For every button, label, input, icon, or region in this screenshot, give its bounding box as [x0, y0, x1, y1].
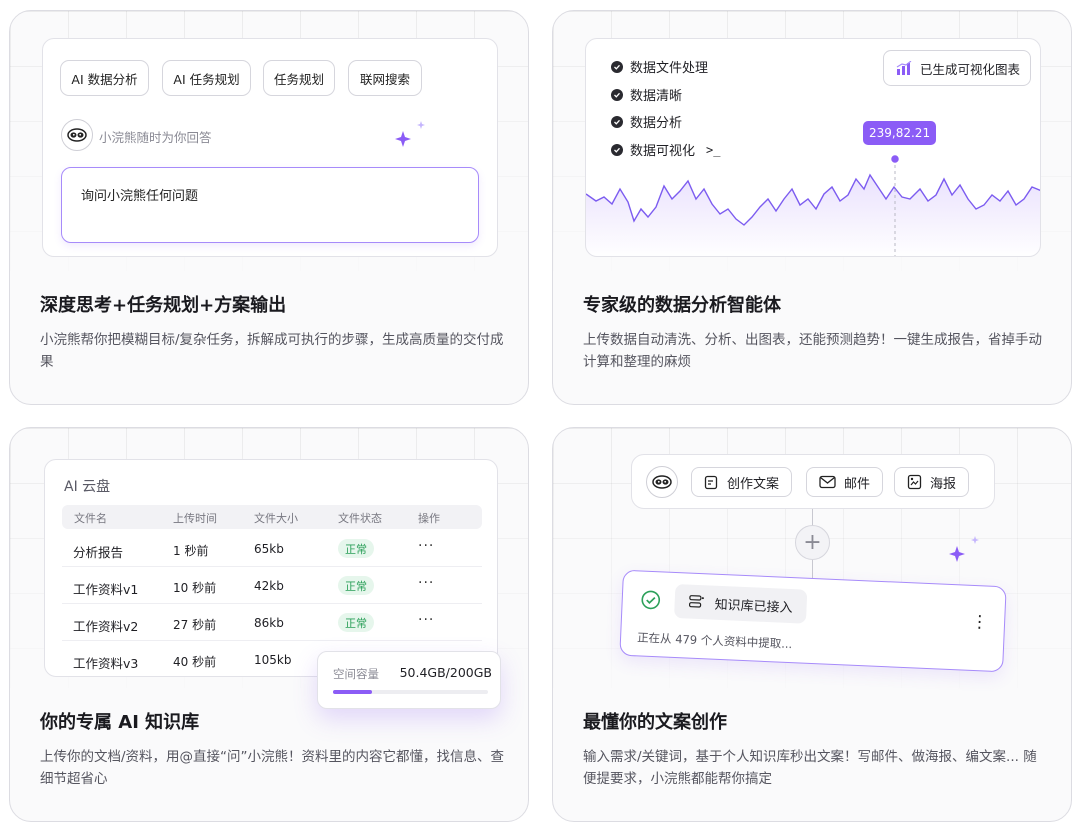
- kb-label: 知识库已接入: [714, 597, 793, 616]
- status-badge: 正常: [338, 539, 374, 558]
- tool-email[interactable]: 邮件: [806, 467, 884, 497]
- kebab-menu-icon[interactable]: ⋮: [971, 612, 989, 633]
- file-name: 工作资料v3: [73, 656, 139, 671]
- storage-progress-bar: [333, 690, 488, 694]
- tool-poster[interactable]: 海报: [894, 467, 970, 497]
- plus-icon: +: [803, 530, 822, 555]
- file-size: 42kb: [254, 579, 284, 593]
- tool-label: 邮件: [844, 476, 871, 492]
- panel-title: AI 云盘: [64, 479, 111, 495]
- mail-icon: [819, 475, 836, 489]
- table-row[interactable]: 分析报告 1 秒前 65kb 正常 ···: [62, 530, 482, 567]
- kb-progress-text: 正在从 479 个人资料中提取...: [636, 630, 793, 652]
- table-row[interactable]: 工作资料v1 10 秒前 42kb 正常 ···: [62, 567, 482, 604]
- upload-time: 40 秒前: [173, 655, 217, 669]
- card-knowledge-base: AI 云盘 文件名 上传时间 文件大小 文件状态 操作 分析报告 1 秒前 65…: [9, 427, 529, 822]
- more-actions-icon[interactable]: ···: [418, 575, 434, 591]
- chip-ai-task-planning[interactable]: AI 任务规划: [162, 60, 251, 96]
- tool-label: 海报: [930, 476, 957, 492]
- column-header: 文件状态: [338, 512, 382, 525]
- file-size: 86kb: [254, 616, 284, 630]
- upload-time: 1 秒前: [173, 544, 209, 558]
- card-data-analysis: 数据文件处理 数据清晰 数据分析 数据可视化 >_ 已生成可视化图表 239,8…: [552, 10, 1072, 405]
- column-header: 文件大小: [254, 512, 298, 525]
- add-button[interactable]: +: [795, 525, 830, 560]
- card-description: 小浣熊帮你把模糊目标/复杂任务，拆解成可执行的步骤，生成高质量的交付成果: [40, 332, 504, 370]
- kb-status-chip: 知识库已接入: [674, 583, 808, 624]
- storage-label: 空间容量: [333, 667, 379, 681]
- edit-doc-icon: [704, 475, 718, 489]
- column-header: 操作: [418, 512, 440, 525]
- raccoon-avatar-icon: [646, 466, 678, 498]
- sparkle-icon: [395, 121, 425, 147]
- assistant-hint: 小浣熊随时为你回答: [99, 130, 212, 145]
- table-row[interactable]: 工作资料v2 27 秒前 86kb 正常 ···: [62, 604, 482, 641]
- poster-icon: [907, 474, 922, 490]
- chip-task-planning[interactable]: 任务规划: [263, 60, 335, 96]
- upload-time: 27 秒前: [173, 618, 217, 632]
- file-size: 65kb: [254, 542, 284, 556]
- upload-time: 10 秒前: [173, 581, 217, 595]
- file-name: 工作资料v1: [73, 582, 139, 597]
- card-description: 上传你的文档/资料，用@直接“问”小浣熊！资料里的内容它都懂，找信息、查细节超省…: [40, 749, 505, 787]
- storage-capacity-card: 空间容量 50.4GB/200GB: [317, 651, 501, 709]
- file-size: 105kb: [254, 653, 292, 667]
- more-actions-icon[interactable]: ···: [418, 612, 434, 628]
- column-header: 上传时间: [173, 512, 217, 525]
- column-header: 文件名: [74, 512, 107, 525]
- ask-input[interactable]: 询问小浣熊任何问题: [61, 167, 479, 243]
- card-description: 输入需求/关键词，基于个人知识库秒出文案！写邮件、做海报、编文案... 随便提要…: [583, 749, 1037, 787]
- chip-web-search[interactable]: 联网搜索: [348, 60, 422, 96]
- table-header: 文件名 上传时间 文件大小 文件状态 操作: [62, 505, 482, 529]
- status-badge: 正常: [338, 576, 374, 595]
- ask-input-placeholder: 询问小浣熊任何问题: [81, 189, 199, 204]
- analysis-panel: 数据文件处理 数据清晰 数据分析 数据可视化 >_ 已生成可视化图表 239,8…: [585, 38, 1041, 257]
- knowledge-base-card[interactable]: 知识库已接入 正在从 479 个人资料中提取... ⋮: [619, 569, 1007, 673]
- card-title: 专家级的数据分析智能体: [583, 295, 781, 316]
- file-name: 分析报告: [73, 545, 124, 560]
- sparkle-icon: [949, 536, 979, 562]
- more-actions-icon[interactable]: ···: [418, 538, 434, 554]
- success-check-icon: [641, 590, 661, 610]
- status-badge: 正常: [338, 613, 374, 632]
- chat-panel: AI 数据分析 AI 任务规划 任务规划 联网搜索 小浣熊随时为你回答 询问小浣…: [42, 38, 498, 257]
- card-description: 上传数据自动清洗、分析、出图表，还能预测趋势！一键生成报告，省掉手动计算和整理的…: [583, 332, 1042, 370]
- raccoon-avatar-icon: [61, 119, 93, 151]
- chip-ai-data-analysis[interactable]: AI 数据分析: [60, 60, 149, 96]
- card-copywriting: 创作文案 邮件 海报 + 知识库已接入 正在从 479 个人资料中提取... ⋮…: [552, 427, 1072, 822]
- value-tooltip: 239,82.21: [863, 121, 937, 145]
- card-deep-thinking: AI 数据分析 AI 任务规划 任务规划 联网搜索 小浣熊随时为你回答 询问小浣…: [9, 10, 529, 405]
- database-icon: [688, 595, 704, 608]
- storage-value: 50.4GB/200GB: [399, 665, 492, 680]
- trend-line-peak: [889, 153, 901, 256]
- tool-bar: 创作文案 邮件 海报: [631, 454, 995, 509]
- storage-progress-fill: [333, 690, 373, 694]
- cloud-drive-panel: AI 云盘 文件名 上传时间 文件大小 文件状态 操作 分析报告 1 秒前 65…: [44, 459, 498, 677]
- tool-label: 创作文案: [727, 476, 780, 492]
- tool-create-copy[interactable]: 创作文案: [691, 467, 793, 497]
- card-title: 深度思考+任务规划+方案输出: [40, 295, 287, 316]
- file-name: 工作资料v2: [73, 619, 139, 634]
- card-title: 最懂你的文案创作: [583, 712, 727, 733]
- card-title: 你的专属 AI 知识库: [40, 712, 200, 733]
